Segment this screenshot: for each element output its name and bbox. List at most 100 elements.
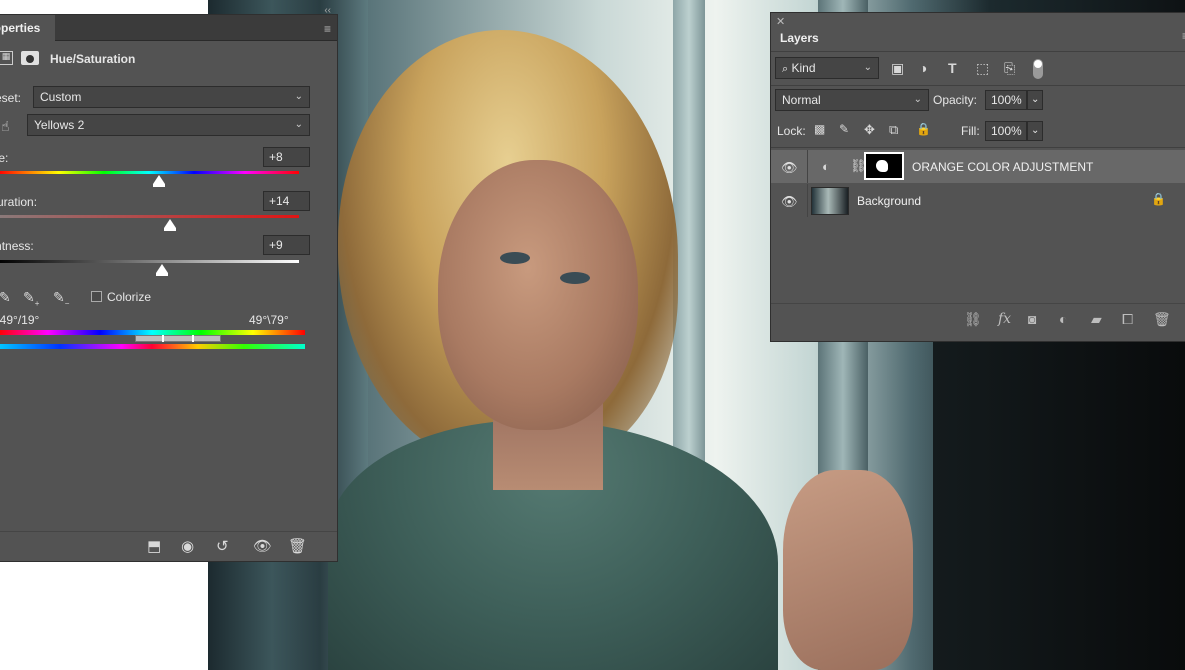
reset-icon[interactable]: ↺	[216, 539, 229, 554]
link-layers-icon[interactable]: ⛓	[964, 312, 982, 326]
eyedropper-plus-icon[interactable]: ✎+	[23, 290, 39, 308]
adjustment-icon[interactable]: ▦	[0, 51, 13, 65]
divider	[807, 150, 808, 183]
filter-toggle-knob	[1034, 60, 1042, 68]
lightness-slider-track[interactable]	[0, 260, 299, 263]
saturation-input[interactable]: +14	[263, 191, 310, 211]
lock-transparent-icon[interactable]: ▩	[814, 123, 825, 135]
chevron-down-icon: ⌄	[294, 91, 303, 102]
delete-layer-trash-icon[interactable]: 🗑	[1153, 312, 1171, 326]
color-range-dropdown[interactable]: Yellows 2 ⌄	[27, 114, 310, 136]
opacity-label: Opacity:	[933, 93, 978, 107]
eye-visibility-icon[interactable]: 👁	[781, 160, 798, 176]
adjustment-layer-icon: ◐	[822, 159, 830, 174]
search-icon: ⌕	[782, 63, 789, 75]
layer-image-thumbnail[interactable]	[811, 187, 849, 215]
new-layer-icon[interactable]: ⧠	[1122, 312, 1133, 326]
layer-mask-thumbnail[interactable]	[864, 152, 904, 180]
chevron-down-icon: ⌄	[913, 94, 922, 105]
eyedropper-icon[interactable]: ✎	[0, 290, 11, 304]
blend-mode-dropdown[interactable]: Normal ⌄	[775, 89, 929, 111]
filter-toggle[interactable]	[1033, 59, 1043, 79]
lock-label: Lock:	[777, 124, 806, 138]
filter-shape-icon[interactable]: ⬚	[976, 61, 989, 75]
mask-shape	[876, 160, 888, 172]
output-color-bar	[0, 344, 305, 349]
lightness-label: Lightness:	[0, 239, 34, 253]
properties-panel: Properties ≡ ‹‹ ▦ Hue/Saturation Preset:…	[0, 5, 338, 562]
fill-label: Fill:	[961, 124, 980, 138]
saturation-slider-thumb[interactable]	[164, 219, 176, 231]
saturation-label: Saturation:	[0, 195, 38, 209]
lock-all-icon[interactable]: 🔒	[916, 123, 931, 135]
targeted-adjustment-hand-icon[interactable]: ☝	[1, 119, 10, 133]
chevron-down-icon: ⌄	[863, 62, 872, 73]
preset-label: Preset:	[0, 91, 22, 105]
layers-bottom-toolbar: ⛓ fx ◙ ◐ ▰ ⧠ 🗑	[771, 303, 1185, 333]
right-eye	[560, 272, 590, 284]
adjustment-title: Hue/Saturation	[50, 52, 136, 66]
eyedropper-minus-icon[interactable]: ✎−	[53, 290, 69, 308]
lock-artboard-crop-icon[interactable]: ⧉	[889, 123, 898, 136]
woman-face	[438, 160, 638, 430]
range-left-degrees: 349°/19°	[0, 313, 40, 327]
range-right-degrees: 49°\79°	[249, 313, 289, 327]
filter-smart-object-icon[interactable]: ⎘	[1004, 61, 1015, 75]
layer-row-orange-color-adjustment[interactable]: 👁 ◐ ⛓ ORANGE COLOR ADJUSTMENT	[771, 150, 1185, 183]
left-eye	[500, 252, 530, 264]
layers-panel: ✕ Layers ≡ ⌕ Kind ⌄ ▣ ◑ T ⬚ ⎘ Normal ⌄ O…	[770, 12, 1185, 342]
woman-hand	[783, 470, 913, 670]
hue-slider-track[interactable]	[0, 171, 299, 174]
lock-icon: 🔒	[1151, 192, 1166, 206]
hue-label: Hue:	[0, 151, 9, 165]
tab-layers[interactable]: Layers	[775, 27, 829, 49]
collapse-panel-icon[interactable]: ‹‹	[324, 5, 331, 16]
filter-pixel-icon[interactable]: ▣	[891, 61, 904, 75]
fill-input[interactable]: 100%	[985, 121, 1027, 141]
clip-to-layer-icon[interactable]: ⬒	[147, 539, 161, 554]
lock-position-move-icon[interactable]: ✥	[864, 123, 875, 136]
filter-type-icon[interactable]: T	[948, 61, 957, 75]
divider	[771, 85, 1185, 86]
opacity-dropdown-chevron-icon[interactable]: ⌄	[1027, 90, 1043, 110]
fx-layer-style-icon[interactable]: fx	[998, 312, 1011, 326]
colorize-checkbox[interactable]	[91, 291, 102, 302]
range-inner-handle-left[interactable]	[162, 335, 164, 342]
hue-input[interactable]: +8	[263, 147, 310, 167]
properties-header: Properties ≡	[0, 15, 337, 41]
opacity-input[interactable]: 100%	[985, 90, 1027, 110]
filter-adjustment-icon[interactable]: ◑	[919, 61, 927, 75]
layer-name: ORANGE COLOR ADJUSTMENT	[912, 160, 1094, 174]
eye-visibility-icon[interactable]: 👁	[781, 194, 798, 210]
divider	[771, 51, 1185, 52]
divider	[807, 184, 808, 217]
divider	[771, 147, 1185, 148]
saturation-slider-track[interactable]	[0, 215, 299, 218]
range-inner-handle-right[interactable]	[192, 335, 194, 342]
mask-icon[interactable]	[21, 51, 39, 65]
lock-image-brush-icon[interactable]: ✎	[839, 123, 849, 135]
visibility-eye-icon[interactable]: 👁	[253, 539, 272, 554]
lightness-input[interactable]: +9	[263, 235, 310, 255]
view-previous-state-icon[interactable]: ◉	[181, 539, 194, 554]
panel-menu-icon[interactable]: ≡	[324, 23, 331, 35]
trash-icon[interactable]: 🗑	[288, 539, 307, 554]
color-range-value: Yellows 2	[34, 118, 85, 132]
lightness-slider-thumb[interactable]	[156, 264, 168, 276]
blend-mode-value: Normal	[782, 93, 821, 107]
layer-filter-dropdown[interactable]: ⌕ Kind ⌄	[775, 57, 879, 79]
chevron-down-icon: ⌄	[294, 119, 303, 130]
layer-row-background[interactable]: 👁 Background 🔒	[771, 184, 1185, 217]
colorize-label: Colorize	[107, 290, 152, 304]
properties-footer: ⬒ ◉ ↺ 👁 🗑	[0, 531, 337, 561]
color-range-selector[interactable]	[135, 335, 221, 342]
preset-value: Custom	[40, 90, 82, 104]
add-mask-icon[interactable]: ◙	[1028, 312, 1036, 326]
layer-name: Background	[857, 194, 922, 208]
tab-properties[interactable]: Properties	[0, 15, 55, 41]
new-adjustment-layer-icon[interactable]: ◐	[1059, 312, 1067, 326]
preset-dropdown[interactable]: Custom ⌄	[33, 86, 310, 108]
new-group-folder-icon[interactable]: ▰	[1091, 312, 1102, 326]
hue-slider-thumb[interactable]	[153, 175, 165, 187]
fill-dropdown-chevron-icon[interactable]: ⌄	[1027, 121, 1043, 141]
